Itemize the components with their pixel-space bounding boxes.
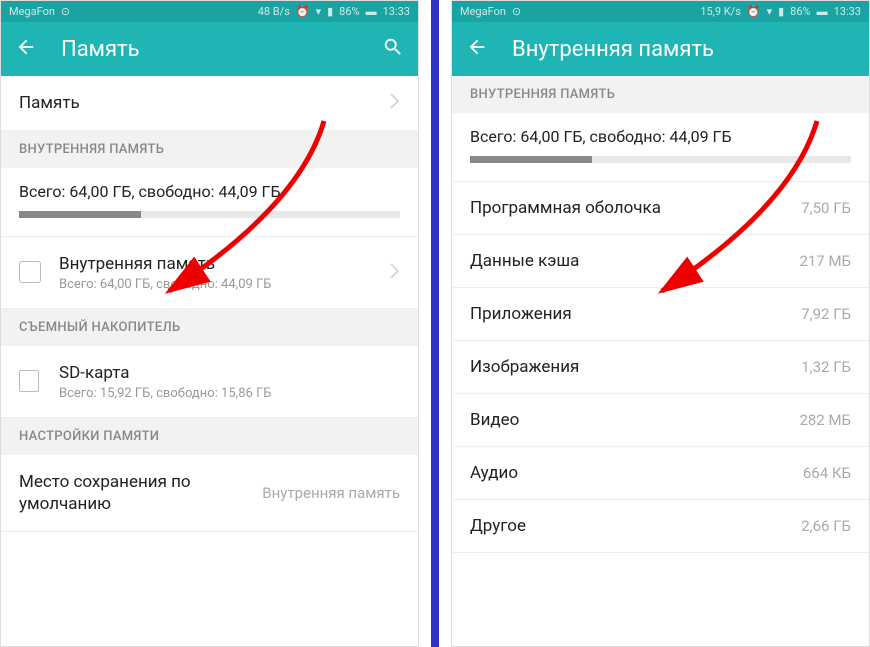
left-screenshot: MegaFon ⊙ 48 B/s ⏰ ▾ ▮ 86% ▬ 13:33 Памят… (0, 0, 419, 647)
row-value: 7,50 ГБ (801, 199, 851, 217)
cache-row[interactable]: Данные кэша 217 МБ (452, 235, 869, 288)
section-header-settings: НАСТРОЙКИ ПАМЯТИ (1, 418, 418, 455)
progress-fill (470, 156, 592, 163)
battery-icon: ▬ (817, 5, 828, 18)
section-header-removable: СЪЕМНЫЙ НАКОПИТЕЛЬ (1, 309, 418, 346)
storage-summary: Всего: 64,00 ГБ, свободно: 44,09 ГБ (452, 113, 869, 182)
chevron-right-icon (390, 263, 400, 283)
content-area: Память ВНУТРЕННЯЯ ПАМЯТЬ Всего: 64,00 ГБ… (1, 76, 418, 646)
video-row[interactable]: Видео 282 МБ (452, 394, 869, 447)
apps-row[interactable]: Приложения 7,92 ГБ (452, 288, 869, 341)
row-label: Аудио (470, 463, 518, 483)
row-label: Программная оболочка (470, 198, 661, 218)
carrier-label: MegaFon (460, 5, 506, 18)
row-label: Изображения (470, 357, 579, 377)
app-bar: Память (1, 22, 418, 76)
internal-storage-row[interactable]: Внутренняя память Всего: 64,00 ГБ, свобо… (1, 237, 418, 309)
section-header-internal: ВНУТРЕННЯЯ ПАМЯТЬ (452, 76, 869, 113)
progress-bar (470, 156, 851, 163)
row-value: 664 КБ (803, 464, 851, 482)
row-label: Внутренняя память (59, 253, 382, 275)
row-sub: Всего: 15,92 ГБ, свободно: 15,86 ГБ (59, 386, 400, 401)
row-label: Другое (470, 516, 526, 536)
status-bar: MegaFon ⊙ 15,9 K/s ⏰ ▾ ▮ 86% ▬ 13:33 (452, 1, 869, 22)
row-value: 282 МБ (799, 411, 851, 429)
default-storage-row[interactable]: Место сохранения по умолчанию Внутренняя… (1, 455, 418, 532)
app-bar: Внутренняя память (452, 22, 869, 76)
row-value: 7,92 ГБ (801, 305, 851, 323)
progress-fill (19, 211, 141, 218)
row-label: Данные кэша (470, 251, 579, 271)
screenshot-separator (431, 0, 439, 647)
chevron-right-icon (390, 93, 400, 113)
alarm-icon: ⏰ (747, 5, 761, 18)
carrier-label: MegaFon (9, 5, 55, 18)
chip-icon (19, 261, 43, 285)
system-row[interactable]: Программная оболочка 7,50 ГБ (452, 182, 869, 235)
right-screenshot: MegaFon ⊙ 15,9 K/s ⏰ ▾ ▮ 86% ▬ 13:33 Вну… (451, 0, 870, 647)
back-icon[interactable] (15, 36, 37, 62)
page-title: Память (61, 37, 358, 62)
back-icon[interactable] (466, 36, 488, 62)
content-area: ВНУТРЕННЯЯ ПАМЯТЬ Всего: 64,00 ГБ, свобо… (452, 76, 869, 646)
other-row[interactable]: Другое 2,66 ГБ (452, 500, 869, 553)
time-label: 13:33 (383, 5, 410, 18)
search-icon[interactable] (382, 36, 404, 62)
page-title: Внутренняя память (512, 37, 855, 62)
images-row[interactable]: Изображения 1,32 ГБ (452, 341, 869, 394)
progress-bar (19, 211, 400, 218)
row-value: 217 МБ (799, 252, 851, 270)
battery-icon: ▬ (366, 5, 377, 18)
row-label: Видео (470, 410, 519, 430)
row-label: SD-карта (59, 362, 400, 384)
memory-row[interactable]: Память (1, 76, 418, 131)
storage-summary: Всего: 64,00 ГБ, свободно: 44,09 ГБ (1, 168, 418, 237)
summary-text: Всего: 64,00 ГБ, свободно: 44,09 ГБ (470, 127, 851, 146)
status-bar: MegaFon ⊙ 48 B/s ⏰ ▾ ▮ 86% ▬ 13:33 (1, 1, 418, 22)
section-header-internal: ВНУТРЕННЯЯ ПАМЯТЬ (1, 131, 418, 168)
row-label: Место сохранения по умолчанию (19, 471, 252, 515)
sd-card-row[interactable]: SD-карта Всего: 15,92 ГБ, свободно: 15,8… (1, 346, 418, 418)
speed-label: 15,9 K/s (700, 5, 741, 18)
nfc-icon: ⊙ (512, 5, 521, 18)
battery-label: 86% (339, 5, 359, 18)
row-label: Память (19, 92, 382, 114)
summary-text: Всего: 64,00 ГБ, свободно: 44,09 ГБ (19, 182, 400, 201)
signal-icon: ▮ (778, 5, 784, 18)
row-sub: Всего: 64,00 ГБ, свободно: 44,09 ГБ (59, 277, 382, 292)
alarm-icon: ⏰ (296, 5, 310, 18)
audio-row[interactable]: Аудио 664 КБ (452, 447, 869, 500)
row-value: 2,66 ГБ (801, 517, 851, 535)
row-value: 1,32 ГБ (801, 358, 851, 376)
wifi-icon: ▾ (316, 5, 322, 18)
battery-label: 86% (790, 5, 810, 18)
speed-label: 48 B/s (258, 5, 290, 18)
time-label: 13:33 (834, 5, 861, 18)
nfc-icon: ⊙ (61, 5, 70, 18)
row-label: Приложения (470, 304, 572, 324)
wifi-icon: ▾ (767, 5, 773, 18)
row-value: Внутренняя память (262, 484, 400, 502)
sd-card-icon (19, 370, 43, 394)
signal-icon: ▮ (327, 5, 333, 18)
